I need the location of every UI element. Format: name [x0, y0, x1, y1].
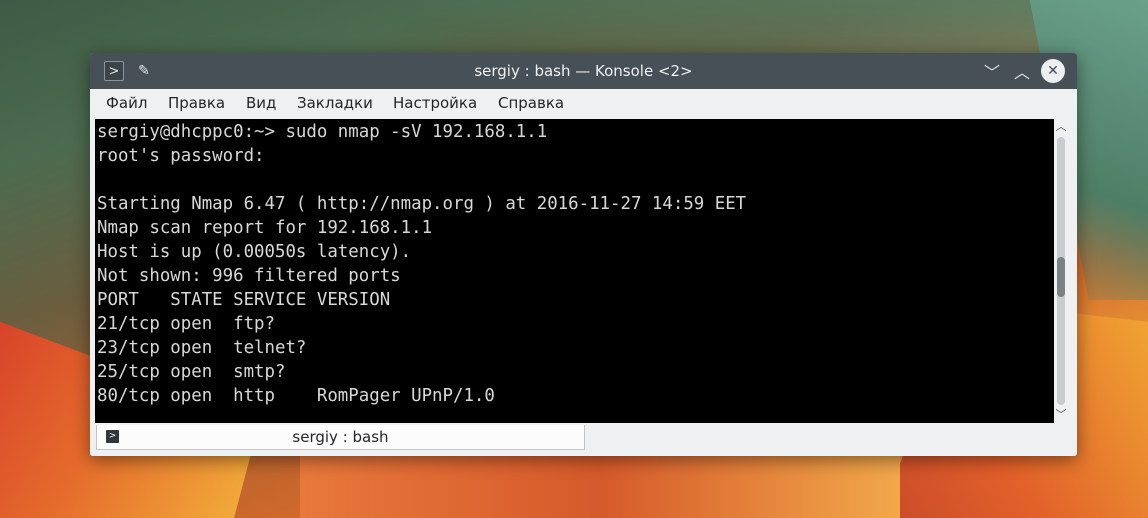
terminal-line: 23/tcp open telnet?	[97, 338, 307, 358]
terminal-line: root's password:	[97, 146, 265, 166]
terminal-line: 21/tcp open ftp?	[97, 314, 275, 334]
menu-edit[interactable]: Правка	[168, 94, 225, 112]
close-icon[interactable]: ✕	[1041, 59, 1065, 83]
terminal-output[interactable]: sergiy@dhcppc0:~> sudo nmap -sV 192.168.…	[95, 119, 1054, 423]
scroll-thumb[interactable]	[1057, 257, 1065, 297]
terminal-line: Not shown: 996 filtered ports	[97, 266, 401, 286]
window-title: sergiy : bash — Konsole <2>	[474, 62, 693, 80]
konsole-window: > ✎ sergiy : bash — Konsole <2> ﹀ ︿ ✕ Фа…	[90, 53, 1077, 456]
terminal-line: 80/tcp open http RomPager UPnP/1.0	[97, 386, 495, 406]
tab-sergiy-bash[interactable]: > sergiy : bash	[96, 425, 585, 450]
menu-bookmarks[interactable]: Закладки	[297, 94, 373, 112]
menu-view[interactable]: Вид	[246, 94, 276, 112]
menu-bar: Файл Правка Вид Закладки Настройка Справ…	[90, 89, 1077, 117]
menu-file[interactable]: Файл	[106, 94, 147, 112]
tab-bar: > sergiy : bash	[90, 423, 1077, 456]
title-bar[interactable]: > ✎ sergiy : bash — Konsole <2> ﹀ ︿ ✕	[90, 53, 1077, 89]
tab-label: sergiy : bash	[292, 428, 389, 446]
scroll-up-icon[interactable]: ︿	[1055, 121, 1067, 133]
menu-settings[interactable]: Настройка	[393, 94, 477, 112]
scroll-down-icon[interactable]: ﹀	[1055, 409, 1067, 421]
terminal-line: 25/tcp open smtp?	[97, 362, 286, 382]
terminal-line: Host is up (0.00050s latency).	[97, 242, 412, 262]
terminal-line: Starting Nmap 6.47 ( http://nmap.org ) a…	[97, 194, 747, 214]
terminal-line: Nmap scan report for 192.168.1.1	[97, 218, 433, 238]
menu-help[interactable]: Справка	[498, 94, 564, 112]
minimize-icon[interactable]: ﹀	[982, 61, 1002, 82]
terminal-line: PORT STATE SERVICE VERSION	[97, 290, 391, 310]
terminal-scrollbar[interactable]: ︿ ﹀	[1054, 119, 1068, 423]
maximize-icon[interactable]: ︿	[1012, 61, 1032, 82]
terminal-line: sergiy@dhcppc0:~> sudo nmap -sV 192.168.…	[97, 122, 548, 142]
